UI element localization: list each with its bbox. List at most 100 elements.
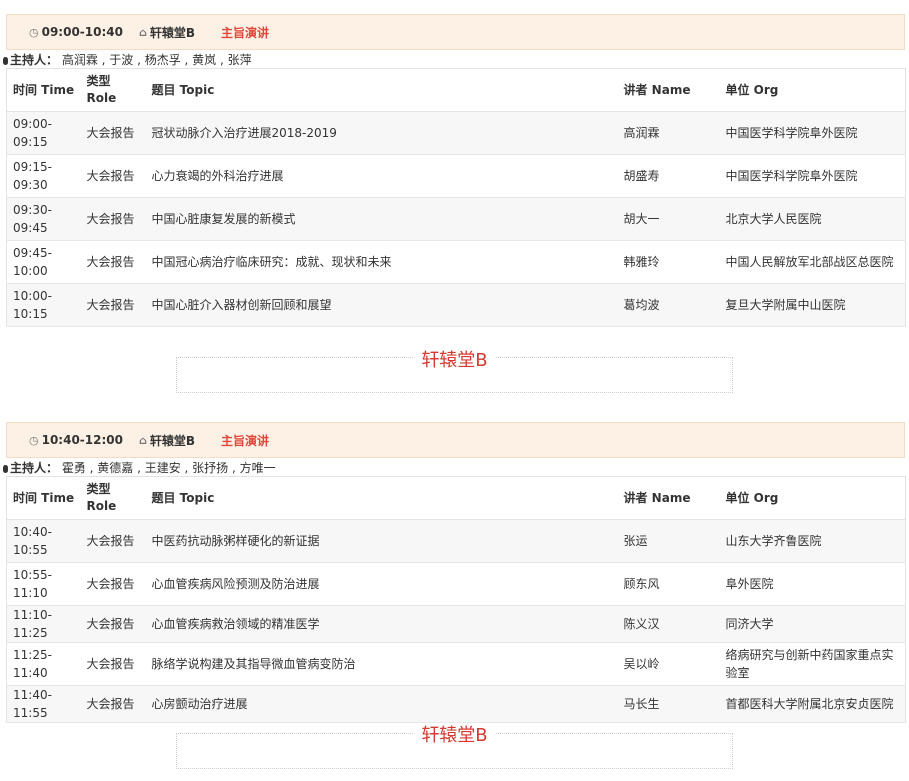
- cell-org: 中国医学科学院阜外医院: [719, 154, 906, 198]
- cell-name: 马长生: [617, 685, 720, 723]
- cell-name: 胡大一: [617, 197, 720, 241]
- table-header-row: 时间 Time 类型 Role 题目 Topic 讲者 Name 单位 Org: [6, 68, 906, 112]
- clock-icon: ◷: [29, 25, 39, 39]
- hall-title-text[interactable]: 轩辕堂B: [413, 725, 496, 746]
- hosts-names: 高润霖 , 于波 , 杨杰孚 , 黄岚 , 张萍: [61, 53, 252, 67]
- cell-topic: 中国心脏康复发展的新模式: [145, 197, 618, 241]
- col-org-header: 单位 Org: [719, 476, 906, 520]
- table-row: 10:40-10:55 大会报告 中医药抗动脉粥样硬化的新证据 张运 山东大学齐…: [6, 519, 906, 563]
- cell-org: 复旦大学附属中山医院: [719, 283, 906, 327]
- cell-name: 陈义汉: [617, 605, 720, 643]
- session-time-text: 10:40-12:00: [41, 433, 123, 447]
- col-role-header: 类型 Role: [80, 476, 146, 520]
- cell-topic: 心血管疾病救治领域的精准医学: [145, 605, 618, 643]
- table-row: 09:30-09:45 大会报告 中国心脏康复发展的新模式 胡大一 北京大学人民…: [6, 197, 906, 241]
- session-time: ◷ 09:00-10:40: [29, 25, 123, 39]
- session-room: ⌂ 轩辕堂B: [139, 432, 195, 449]
- schedule-table: 时间 Time 类型 Role 题目 Topic 讲者 Name 单位 Org …: [6, 68, 906, 327]
- cell-topic: 心房颤动治疗进展: [145, 685, 618, 723]
- cell-role: 大会报告: [80, 197, 146, 241]
- col-name-header: 讲者 Name: [617, 476, 720, 520]
- cell-name: 吴以岭: [617, 642, 720, 686]
- col-topic-header: 题目 Topic: [145, 476, 618, 520]
- table-row: 11:40-11:55 大会报告 心房颤动治疗进展 马长生 首都医科大学附属北京…: [6, 685, 906, 723]
- cell-time: 11:40-11:55: [6, 685, 81, 723]
- table-row: 11:10-11:25 大会报告 心血管疾病救治领域的精准医学 陈义汉 同济大学: [6, 605, 906, 643]
- hall-title-text[interactable]: 轩辕堂B: [413, 350, 496, 371]
- cell-role: 大会报告: [80, 283, 146, 327]
- hosts-label: 主持人：: [10, 461, 59, 475]
- cell-time: 09:45-10:00: [6, 240, 81, 284]
- col-org-header: 单位 Org: [719, 68, 906, 112]
- cell-time: 09:00-09:15: [6, 111, 81, 155]
- cell-name: 张运: [617, 519, 720, 563]
- col-role-header: 类型 Role: [80, 68, 146, 112]
- table-row: 11:25-11:40 大会报告 脉络学说构建及其指导微血管病变防治 吴以岭 络…: [6, 642, 906, 686]
- session-hosts: 主持人： 霍勇 , 黄德嘉 , 王建安 , 张抒扬 , 方唯一: [3, 460, 905, 476]
- session-time: ◷ 10:40-12:00: [29, 433, 123, 447]
- session-block-1: ◷ 09:00-10:40 ⌂ 轩辕堂B 主旨演讲 主持人： 高润霖 , 于波 …: [3, 14, 906, 327]
- cell-role: 大会报告: [80, 240, 146, 284]
- cell-name: 高润霖: [617, 111, 720, 155]
- cell-time: 11:25-11:40: [6, 642, 81, 686]
- cell-time: 09:30-09:45: [6, 197, 81, 241]
- session-time-text: 09:00-10:40: [41, 25, 123, 39]
- cell-org: 首都医科大学附属北京安贞医院: [719, 685, 906, 723]
- table-row: 09:15-09:30 大会报告 心力衰竭的外科治疗进展 胡盛寿 中国医学科学院…: [6, 154, 906, 198]
- cell-org: 阜外医院: [719, 562, 906, 606]
- session-hosts: 主持人： 高润霖 , 于波 , 杨杰孚 , 黄岚 , 张萍: [3, 52, 905, 68]
- cell-org: 中国医学科学院阜外医院: [719, 111, 906, 155]
- home-icon: ⌂: [138, 25, 147, 39]
- session-block-2: ◷ 10:40-12:00 ⌂ 轩辕堂B 主旨演讲 主持人： 霍勇 , 黄德嘉 …: [3, 422, 906, 723]
- cell-role: 大会报告: [80, 562, 146, 606]
- session-header: ◷ 09:00-10:40 ⌂ 轩辕堂B 主旨演讲: [6, 14, 905, 50]
- hall-title[interactable]: 轩辕堂B: [0, 346, 909, 372]
- cell-role: 大会报告: [80, 605, 146, 643]
- cell-org: 同济大学: [719, 605, 906, 643]
- cell-role: 大会报告: [80, 642, 146, 686]
- cell-time: 10:00-10:15: [6, 283, 81, 327]
- clock-icon: ◷: [29, 433, 39, 447]
- schedule-table: 时间 Time 类型 Role 题目 Topic 讲者 Name 单位 Org …: [6, 476, 906, 723]
- cell-topic: 脉络学说构建及其指导微血管病变防治: [145, 642, 618, 686]
- cell-org: 络病研究与创新中药国家重点实验室: [719, 642, 906, 686]
- cell-time: 10:55-11:10: [6, 562, 81, 606]
- table-row: 10:55-11:10 大会报告 心血管疾病风险预测及防治进展 顾东风 阜外医院: [6, 562, 906, 606]
- session-header: ◷ 10:40-12:00 ⌂ 轩辕堂B 主旨演讲: [6, 422, 905, 458]
- table-row: 09:45-10:00 大会报告 中国冠心病治疗临床研究：成就、现状和未来 韩雅…: [6, 240, 906, 284]
- cell-name: 韩雅玲: [617, 240, 720, 284]
- microphone-icon: [3, 57, 8, 65]
- cell-time: 09:15-09:30: [6, 154, 81, 198]
- cell-topic: 中国心脏介入器材创新回顾和展望: [145, 283, 618, 327]
- cell-topic: 冠状动脉介入治疗进展2018-2019: [145, 111, 618, 155]
- cell-name: 顾东风: [617, 562, 720, 606]
- cell-time: 10:40-10:55: [6, 519, 81, 563]
- col-time-header: 时间 Time: [6, 68, 81, 112]
- table-header-row: 时间 Time 类型 Role 题目 Topic 讲者 Name 单位 Org: [6, 476, 906, 520]
- hosts-names: 霍勇 , 黄德嘉 , 王建安 , 张抒扬 , 方唯一: [61, 461, 276, 475]
- home-icon: ⌂: [138, 433, 147, 447]
- session-type: 主旨演讲: [221, 433, 270, 448]
- session-room: ⌂ 轩辕堂B: [139, 24, 195, 41]
- cell-org: 北京大学人民医院: [719, 197, 906, 241]
- microphone-icon: [3, 465, 8, 473]
- hall-title[interactable]: 轩辕堂B: [0, 721, 909, 747]
- cell-role: 大会报告: [80, 685, 146, 723]
- session-room-text: 轩辕堂B: [149, 433, 196, 448]
- cell-org: 山东大学齐鲁医院: [719, 519, 906, 563]
- col-topic-header: 题目 Topic: [145, 68, 618, 112]
- cell-role: 大会报告: [80, 154, 146, 198]
- session-room-text: 轩辕堂B: [149, 25, 196, 40]
- cell-time: 11:10-11:25: [6, 605, 81, 643]
- table-row: 09:00-09:15 大会报告 冠状动脉介入治疗进展2018-2019 高润霖…: [6, 111, 906, 155]
- hosts-label: 主持人：: [10, 53, 59, 67]
- cell-topic: 中国冠心病治疗临床研究：成就、现状和未来: [145, 240, 618, 284]
- table-row: 10:00-10:15 大会报告 中国心脏介入器材创新回顾和展望 葛均波 复旦大…: [6, 283, 906, 327]
- session-type: 主旨演讲: [221, 25, 270, 40]
- cell-topic: 心力衰竭的外科治疗进展: [145, 154, 618, 198]
- cell-topic: 中医药抗动脉粥样硬化的新证据: [145, 519, 618, 563]
- cell-topic: 心血管疾病风险预测及防治进展: [145, 562, 618, 606]
- cell-role: 大会报告: [80, 111, 146, 155]
- col-name-header: 讲者 Name: [617, 68, 720, 112]
- cell-role: 大会报告: [80, 519, 146, 563]
